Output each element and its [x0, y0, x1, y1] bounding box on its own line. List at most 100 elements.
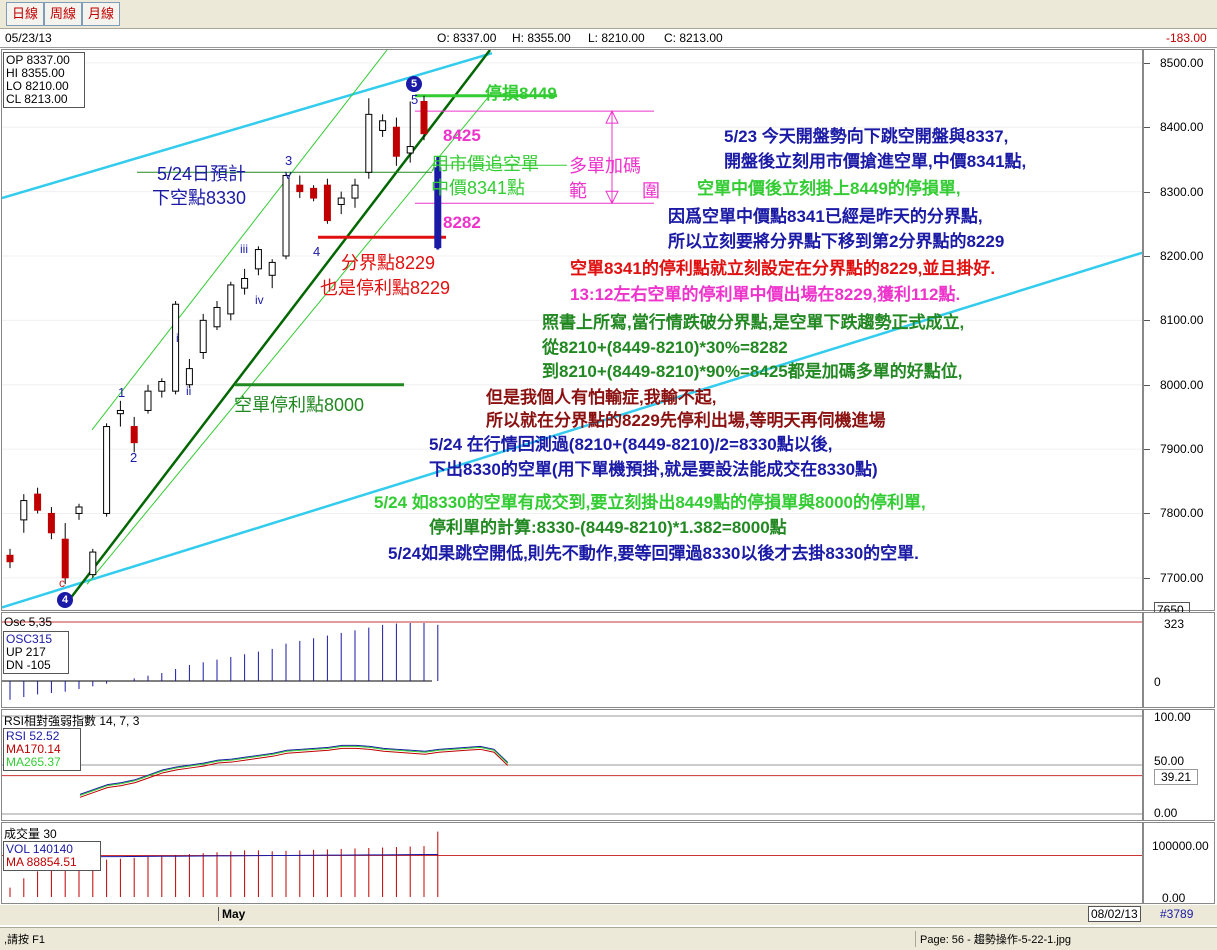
wave-4-circle: 4: [57, 592, 73, 608]
wave-5-circle: 5: [406, 76, 422, 92]
close-value: C: 8213.00: [664, 31, 723, 45]
stop-loss-label: 停損8449: [485, 84, 557, 103]
price-tick-label: 7800.00: [1160, 506, 1204, 521]
note-line: 停利單的計算:8330-(8449-8210)*1.382=8000點: [429, 518, 787, 537]
rsi-ma2-line: [79, 745, 509, 796]
price-tick-label: 7700.00: [1160, 570, 1204, 585]
osc-box: OSC315 UP 217 DN -105: [3, 631, 69, 674]
note-line: 照書上所寫,當行情跌破分界點,是空單下跌趨勢正式成立,: [542, 313, 965, 332]
rsi-title: RSI相對強弱指數 14, 7, 3: [4, 714, 140, 728]
candle-body: [47, 512, 55, 534]
end-date-label: 08/02/13: [1088, 906, 1141, 922]
rsi-chart: [2, 715, 1142, 815]
price-tick-label: 8100.00: [1160, 313, 1204, 328]
month-label: May: [218, 907, 245, 921]
volume-ma: MA 88854.51: [6, 855, 77, 869]
tab-weekly[interactable]: 周線: [44, 2, 82, 26]
wave-i-label: i: [176, 331, 179, 345]
price-tick-mark: [1144, 62, 1150, 64]
rsi-ma1-line: [79, 747, 509, 798]
time-axis: May 08/02/13 #3789: [0, 905, 1217, 925]
volume-pane[interactable]: 成交量 30 VOL 140140 MA 88854.51: [1, 822, 1143, 904]
tab-daily[interactable]: 日線: [6, 2, 44, 26]
status-help: ,請按 F1: [4, 934, 45, 946]
price-tick-label: 7900.00: [1160, 442, 1204, 457]
note-line: 從8210+(8449-8210)*30%=8282: [542, 338, 788, 357]
note-line: 因爲空單中價點8341已經是昨天的分界點,: [668, 207, 983, 226]
price-tick-mark: [1144, 384, 1150, 386]
level-8282-label: 8282: [443, 213, 481, 232]
add-long-range-1: 範: [569, 181, 587, 201]
chase-short-price: 中價8341點: [431, 178, 526, 198]
candle-body: [268, 261, 276, 276]
price-tick-label: 8300.00: [1160, 184, 1204, 199]
price-axis: 8500.00 8400.00 8300.00 8200.00 8100.00 8000.…: [1143, 49, 1215, 618]
open-value: O: 8337.00: [437, 31, 497, 45]
high-value: H: 8355.00: [512, 31, 571, 45]
osc-pane[interactable]: Osc 5,35 OSC315 UP 217 DN -105: [1, 612, 1143, 708]
rsi-ma2: MA265.37: [6, 755, 61, 769]
price-tick-label: 8400.00: [1160, 120, 1204, 135]
wave-1-label: 1: [118, 385, 126, 400]
candle-body: [379, 120, 387, 131]
boundary-label: 分界點8229: [341, 253, 436, 273]
channel-line-3: [91, 50, 388, 431]
volume-box: VOL 140140 MA 88854.51: [3, 841, 101, 871]
candle-body: [254, 249, 262, 270]
wave-v-label: v: [285, 167, 292, 182]
chase-short-label: 用市價追空單: [431, 154, 539, 174]
note-line: 下出8330的空單(用下單機預掛,就是要設法能成交在8330點): [429, 460, 878, 479]
add-long-label: 多單加碼: [569, 156, 641, 176]
price-tick-mark: [1144, 127, 1150, 129]
candle-body: [199, 319, 207, 354]
ohlc-box: OP 8337.00 HI 8355.00 LO 8210.00 CL 8213…: [3, 52, 85, 108]
candle-body: [172, 303, 180, 392]
status-page: Page: 56 - 趨勢操作-5-22-1.jpg: [915, 931, 1071, 947]
price-tick-mark: [1144, 577, 1150, 579]
candle-body: [144, 390, 152, 411]
candle-body: [34, 493, 42, 511]
candle-body: [282, 175, 290, 257]
wave-c-label: c: [59, 576, 65, 590]
price-tick-mark: [1144, 513, 1150, 515]
candle-body: [185, 368, 193, 386]
osc-dn: DN -105: [6, 658, 51, 672]
price-tick-mark: [1144, 191, 1150, 193]
candle-body: [406, 146, 414, 154]
price-tick-mark: [1144, 255, 1150, 257]
candle-body: [241, 278, 249, 289]
candle-body: [6, 554, 14, 563]
rsi-axis: 100.00 50.00 39.21 0.00: [1143, 709, 1215, 821]
note-line: 5/23 今天開盤勢向下跳空開盤與8337,: [724, 127, 1009, 146]
candle-body: [227, 284, 235, 315]
osc-axis: 323 0: [1143, 612, 1215, 708]
volume-axis: 100000.00 0.00: [1143, 822, 1215, 905]
info-bar: 05/23/13 O: 8337.00 H: 8355.00 L: 8210.0…: [0, 29, 1217, 48]
rsi-axis-top: 100.00: [1154, 710, 1191, 724]
price-tick-mark: [1144, 320, 1150, 322]
rsi-box: RSI 52.52 MA170.14 MA265.37: [3, 728, 81, 771]
rsi-pane[interactable]: RSI相對強弱指數 14, 7, 3 RSI 52.52 MA170.14 MA…: [1, 709, 1143, 821]
date-label: 05/23/13: [5, 31, 52, 45]
candle-body: [213, 306, 221, 328]
forecast-price: 下空點8330: [152, 188, 247, 208]
wave-ii-label: ii: [186, 384, 192, 398]
price-tick-label: 8000.00: [1160, 377, 1204, 392]
price-pane[interactable]: OP 8337.00 HI 8355.00 LO 8210.00 CL 8213…: [1, 49, 1143, 611]
wave-2-label: 2: [130, 450, 138, 465]
rsi-axis-mid: 50.00: [1154, 754, 1185, 768]
boundary-tp-label: 也是停利點8229: [320, 278, 451, 298]
level-8425-label: 8425: [443, 126, 481, 145]
tab-monthly[interactable]: 月線: [82, 2, 120, 26]
candle-body: [89, 551, 97, 576]
toolbar: 日線 周線 月線: [0, 0, 1217, 29]
osc-title: Osc 5,35: [4, 615, 53, 629]
wave-4-label: 4: [313, 244, 321, 259]
wave-3-label: 3: [285, 153, 293, 168]
note-line: 5/24如果跳空開低,則先不動作,要等回彈過8330以後才去掛8330的空單.: [388, 544, 919, 563]
rsi-axis-bot: 0.00: [1154, 806, 1178, 820]
wave-iii-label: iii: [240, 242, 248, 256]
forecast-label: 5/24日預計: [157, 164, 247, 184]
volume-chart: [2, 831, 1142, 897]
note-line: 13:12左右空單的停利單中價出場在8229,獲利112點.: [570, 285, 961, 304]
